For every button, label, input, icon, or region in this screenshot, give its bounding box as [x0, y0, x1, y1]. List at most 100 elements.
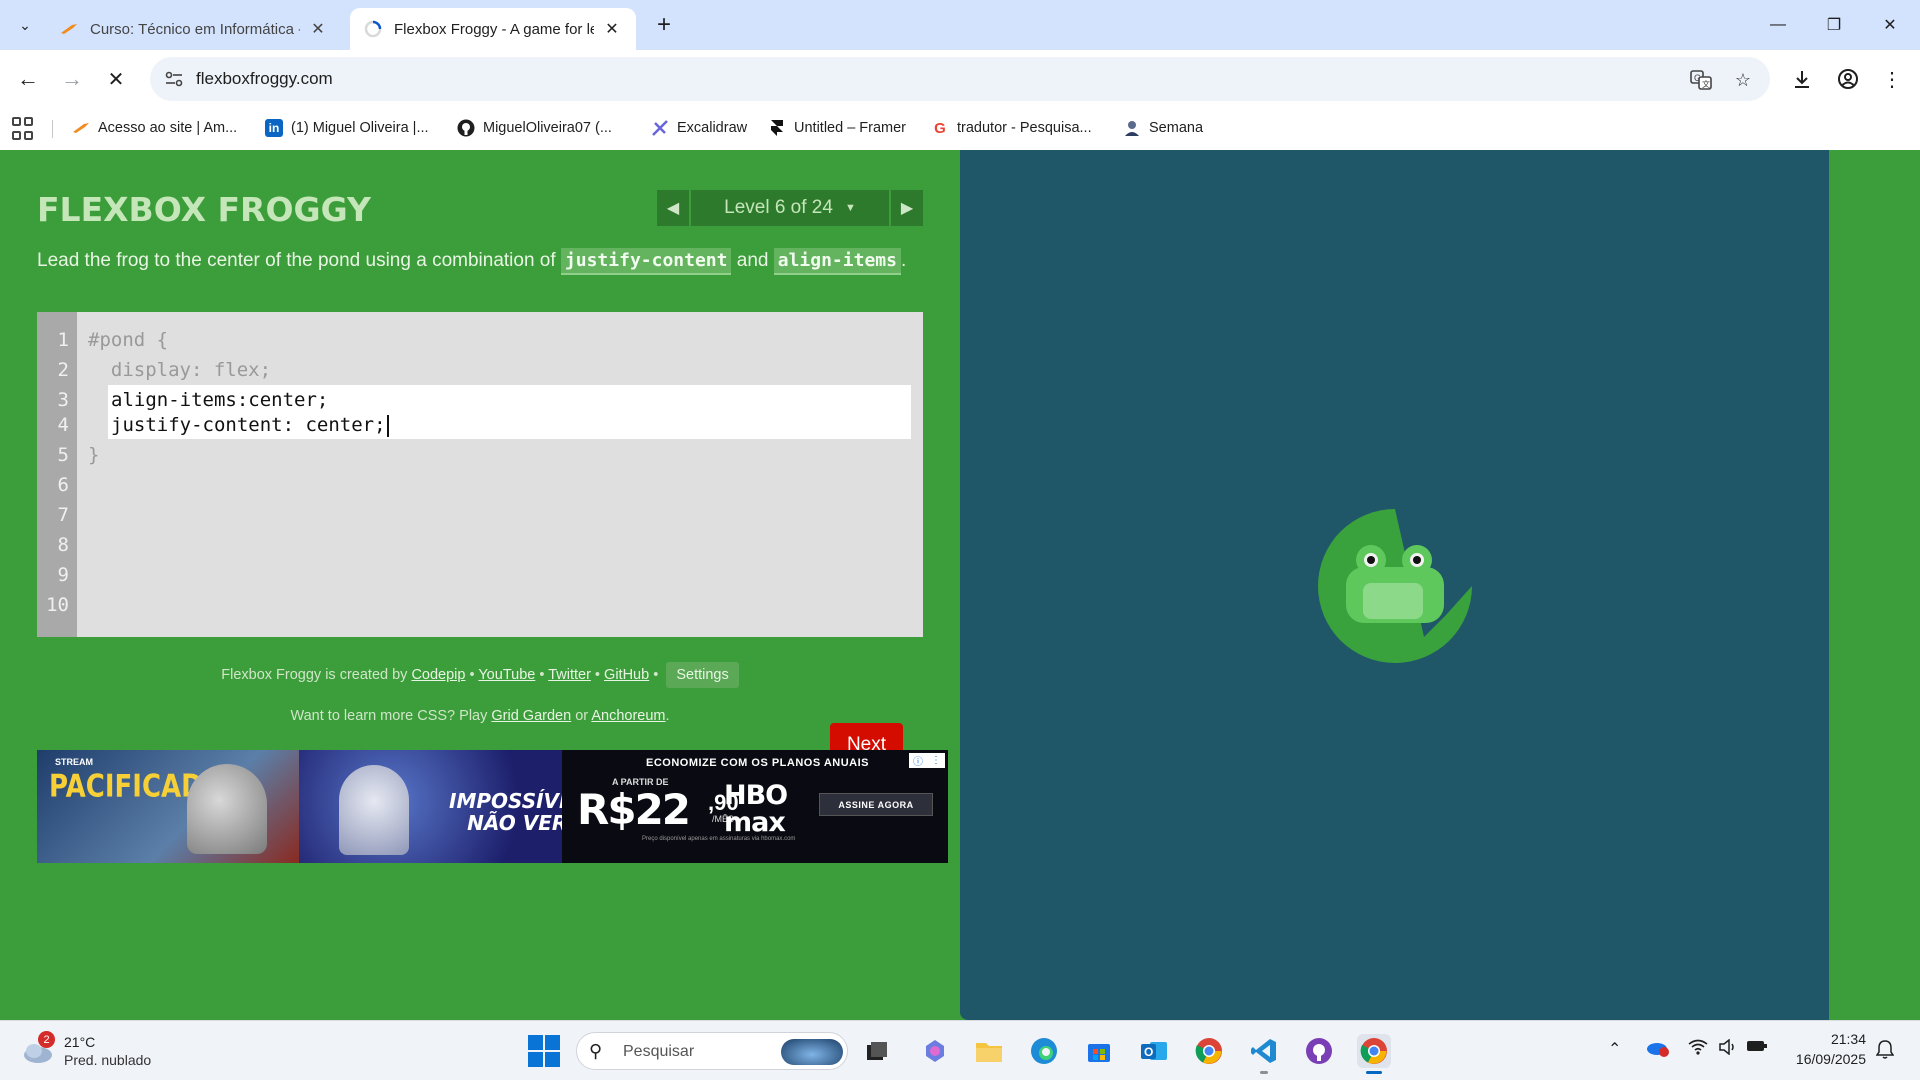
line-number: 7	[57, 504, 69, 526]
search-icon: ⚲	[589, 1041, 603, 1061]
apps-grid-icon[interactable]	[12, 117, 36, 141]
divider	[52, 120, 53, 138]
windows-taskbar: 2 21°C Pred. nublado ⚲ Pesquisar O ⌃ 21:…	[0, 1020, 1920, 1080]
bookmark-excalidraw[interactable]: Excalidraw	[651, 119, 747, 137]
ad-price: R$22	[577, 785, 691, 834]
close-tab-icon[interactable]: ✕	[602, 19, 622, 39]
learn-more-text: or	[571, 708, 592, 724]
chrome-icon[interactable]	[1192, 1034, 1226, 1068]
outlook-icon[interactable]: O	[1137, 1034, 1171, 1068]
weather-widget[interactable]: 2 21°C Pred. nublado	[20, 1031, 170, 1073]
code-line: #pond {	[88, 329, 169, 351]
chevron-up-icon[interactable]: ⌃	[1608, 1039, 1621, 1059]
learn-more-text: Want to learn more CSS? Play	[290, 708, 492, 724]
ad-panel-trophy[interactable]: IMPOSSÍVEL NÃO VER	[299, 750, 562, 863]
bookmark-star-icon[interactable]: ☆	[1730, 67, 1756, 93]
restore-icon[interactable]: ❐	[1806, 0, 1862, 50]
grid-garden-link[interactable]: Grid Garden	[491, 708, 571, 724]
battery-icon[interactable]	[1746, 1039, 1768, 1058]
microsoft-store-icon[interactable]	[1082, 1034, 1116, 1068]
ad-brand-text: STREAM	[55, 757, 93, 767]
copilot-icon[interactable]	[918, 1034, 952, 1068]
close-tab-icon[interactable]: ✕	[308, 19, 328, 39]
vscode-icon[interactable]	[1247, 1034, 1281, 1074]
tab-curso[interactable]: Curso: Técnico em Informática - ✕	[46, 8, 342, 50]
bookmark-label: tradutor - Pesquisa...	[957, 120, 1092, 136]
orange-bird-icon	[60, 20, 78, 38]
advertisement-banner[interactable]: STREAM PACIFICADOR IMPOSSÍVEL NÃO VER EC…	[37, 750, 948, 863]
input-line: align-items:center;	[111, 389, 329, 411]
orange-bird-icon	[72, 119, 90, 137]
ad-panel-pacificador[interactable]: STREAM PACIFICADOR	[37, 750, 299, 863]
framer-icon	[768, 119, 786, 137]
code-line: display: flex;	[88, 359, 272, 381]
youtube-link[interactable]: YouTube	[478, 667, 535, 683]
tab-search-chevron-icon[interactable]: ⌄	[10, 10, 40, 40]
twitter-link[interactable]: Twitter	[548, 667, 591, 683]
previous-level-icon[interactable]: ◀	[657, 190, 689, 226]
adchoices-icon[interactable]: ⓘ ⋮	[909, 753, 945, 768]
clock-date: 16/09/2025	[1795, 1051, 1866, 1067]
notification-bell-icon[interactable]	[1875, 1039, 1895, 1064]
back-icon[interactable]: ←	[12, 63, 44, 95]
clock-time: 21:34	[1830, 1031, 1866, 1047]
browser-toolbar: ← → ✕ flexboxfroggy.com G文 ☆ ⋮	[0, 50, 1920, 108]
system-clock[interactable]: 21:34 16/09/2025	[1780, 1029, 1866, 1069]
windows-start-icon[interactable]	[528, 1035, 560, 1067]
codepip-link[interactable]: Codepip	[411, 667, 465, 683]
tab-flexbox-froggy[interactable]: Flexbox Froggy - A game for lea ✕	[350, 8, 636, 50]
weather-temp: 21°C	[64, 1034, 96, 1050]
excalidraw-icon	[651, 119, 669, 137]
bullet: •	[649, 667, 663, 683]
active-indicator	[1366, 1071, 1382, 1074]
settings-button[interactable]: Settings	[666, 662, 739, 688]
profile-icon[interactable]	[1832, 63, 1864, 95]
instruction-text: .	[900, 250, 907, 271]
next-level-icon[interactable]: ▶	[891, 190, 923, 226]
tab-title: Curso: Técnico em Informática -	[90, 20, 300, 38]
github-link[interactable]: GitHub	[604, 667, 649, 683]
lilypad-with-frog	[1318, 509, 1472, 663]
helmet-image	[187, 764, 267, 854]
menu-kebab-icon[interactable]: ⋮	[1876, 63, 1908, 95]
line-number: 4	[57, 414, 69, 436]
file-explorer-icon[interactable]	[972, 1034, 1006, 1068]
volume-icon[interactable]	[1718, 1038, 1738, 1060]
weather-condition: Pred. nublado	[64, 1052, 152, 1068]
level-selector[interactable]: Level 6 of 24 ▼	[691, 190, 889, 226]
wifi-icon[interactable]	[1688, 1039, 1708, 1060]
caret-down-icon: ▼	[844, 202, 856, 214]
bookmark-tradutor[interactable]: G tradutor - Pesquisa...	[931, 119, 1092, 137]
site-info-icon[interactable]	[162, 67, 186, 91]
forward-icon[interactable]: →	[56, 63, 88, 95]
bookmark-linkedin[interactable]: in (1) Miguel Oliveira |...	[265, 119, 429, 137]
code-line: }	[88, 444, 100, 466]
line-number: 6	[57, 474, 69, 496]
chrome-active-icon[interactable]	[1357, 1034, 1391, 1074]
line-number: 5	[57, 444, 69, 466]
url-text[interactable]: flexboxfroggy.com	[196, 69, 333, 89]
ad-cta-button[interactable]: ASSINE AGORA	[819, 793, 933, 816]
new-tab-icon[interactable]: +	[650, 11, 678, 39]
bookmark-semana[interactable]: Semana	[1123, 119, 1203, 137]
onedrive-error-icon[interactable]	[1646, 1039, 1670, 1062]
edge-icon[interactable]	[1027, 1034, 1061, 1068]
address-bar[interactable]: flexboxfroggy.com G文 ☆	[150, 57, 1770, 101]
bookmark-github[interactable]: MiguelOliveira07 (...	[457, 119, 612, 137]
task-view-icon[interactable]	[860, 1034, 894, 1068]
github-desktop-icon[interactable]	[1302, 1034, 1336, 1068]
download-icon[interactable]	[1786, 63, 1818, 95]
anchoreum-link[interactable]: Anchoreum	[591, 708, 665, 724]
css-input-textarea[interactable]: align-items:center; justify-content: cen…	[108, 385, 911, 439]
minimize-icon[interactable]: —	[1750, 0, 1806, 50]
translate-icon[interactable]: G文	[1688, 67, 1714, 93]
learn-more: Want to learn more CSS? Play Grid Garden…	[0, 708, 960, 724]
stop-loading-icon[interactable]: ✕	[100, 63, 132, 95]
ad-panel-hbomax[interactable]: ECONOMIZE COM OS PLANOS ANUAIS A PARTIR …	[562, 750, 948, 863]
close-window-icon[interactable]: ✕	[1862, 0, 1918, 50]
taskbar-search[interactable]: ⚲ Pesquisar	[576, 1032, 848, 1070]
bookmark-acesso[interactable]: Acesso ao site | Am...	[72, 119, 237, 137]
github-icon	[457, 119, 475, 137]
ad-title: IMPOSSÍVEL NÃO VER	[449, 789, 562, 835]
bookmark-framer[interactable]: Untitled – Framer	[768, 119, 906, 137]
